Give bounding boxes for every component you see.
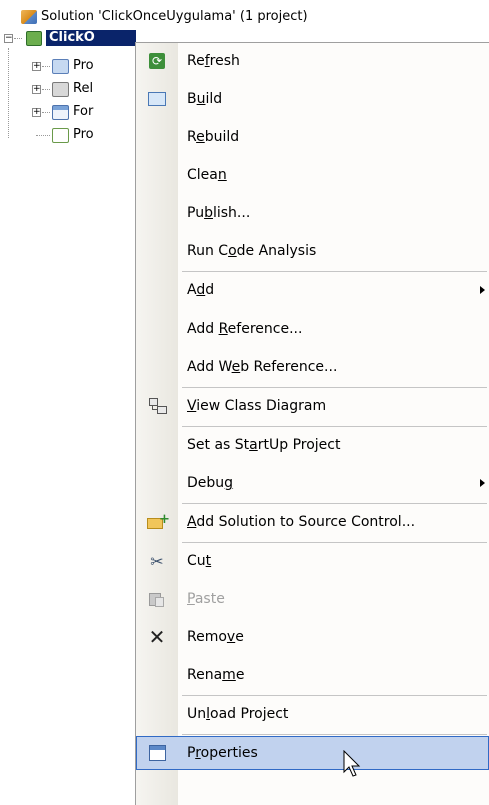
mouse-cursor-icon — [343, 750, 361, 777]
build-icon — [147, 90, 167, 108]
remove-icon: ✕ — [148, 625, 166, 649]
tree-line — [36, 135, 50, 136]
source-control-icon: + — [147, 512, 170, 531]
menu-item-label: Rebuild — [187, 129, 240, 145]
tree-item-program[interactable]: Pro — [0, 125, 136, 145]
menu-item-rename[interactable]: Rename — [136, 657, 489, 693]
solution-icon — [21, 10, 37, 24]
menu-item-label: Build — [187, 91, 223, 107]
menu-item-label: Set as StartUp Project — [187, 437, 341, 453]
properties-folder-icon — [52, 59, 69, 74]
menu-item-add-web-reference[interactable]: Add Web Reference... — [136, 349, 489, 385]
solution-node[interactable]: Solution 'ClickOnceUygulama' (1 project) — [0, 7, 489, 27]
menu-item-view-class-diagram[interactable]: View Class Diagram — [136, 388, 489, 424]
menu-item-add-reference[interactable]: Add Reference... — [136, 311, 489, 347]
menu-item-label: Run Code Analysis — [187, 243, 317, 259]
refresh-icon: ⟳ — [147, 52, 167, 70]
menu-item-remove[interactable]: ✕ Remove — [136, 619, 489, 655]
menu-item-label: Paste — [187, 591, 225, 607]
menu-item-unload-project[interactable]: Unload Project — [136, 696, 489, 732]
menu-item-refresh[interactable]: ⟳ Refresh — [136, 43, 489, 79]
expand-icon[interactable]: + — [32, 62, 41, 71]
menu-item-add[interactable]: Add — [136, 272, 489, 308]
tree-item-label: For — [73, 104, 94, 119]
properties-icon — [147, 744, 167, 762]
project-node[interactable]: − ClickO — [0, 28, 140, 48]
menu-item-label: Unload Project — [187, 706, 289, 722]
submenu-arrow-icon — [480, 286, 485, 294]
menu-item-label: Cut — [187, 553, 212, 569]
menu-item-clean[interactable]: Clean — [136, 157, 489, 193]
tree-item-label: Rel — [73, 81, 94, 96]
menu-item-label: Add — [187, 282, 215, 298]
menu-item-label: Add Reference... — [187, 321, 303, 337]
menu-item-cut[interactable]: ✂ Cut — [136, 543, 489, 579]
menu-item-add-solution-to-source-control[interactable]: + Add Solution to Source Control... — [136, 504, 489, 540]
menu-item-label: Rename — [187, 667, 245, 683]
menu-item-label: Clean — [187, 167, 227, 183]
references-folder-icon — [52, 82, 69, 97]
expand-icon[interactable]: + — [32, 85, 41, 94]
project-label: ClickO — [49, 30, 95, 45]
menu-item-paste[interactable]: Paste — [136, 581, 489, 617]
tree-line — [14, 38, 22, 39]
menu-separator — [182, 734, 487, 735]
menu-item-debug[interactable]: Debug — [136, 465, 489, 501]
tree-line — [42, 89, 50, 90]
submenu-arrow-icon — [480, 479, 485, 487]
menu-item-set-startup-project[interactable]: Set as StartUp Project — [136, 427, 489, 463]
paste-icon — [147, 590, 167, 608]
solution-label: Solution 'ClickOnceUygulama' (1 project) — [41, 9, 308, 24]
tree-line — [42, 66, 50, 67]
menu-item-label: Add Web Reference... — [187, 359, 338, 375]
tree-item-properties[interactable]: + Pro — [0, 56, 136, 76]
menu-item-label: Refresh — [187, 53, 240, 69]
tree-item-label: Pro — [73, 127, 94, 142]
tree-item-form[interactable]: + For — [0, 102, 136, 122]
context-menu: ⟳ Refresh Build Rebuild Clean Publish...… — [136, 43, 489, 805]
tree-line — [42, 112, 50, 113]
menu-item-label: Remove — [187, 629, 244, 645]
menu-item-rebuild[interactable]: Rebuild — [136, 119, 489, 155]
form-icon — [52, 105, 69, 120]
menu-item-label: Properties — [187, 745, 258, 761]
class-diagram-icon — [147, 397, 167, 415]
menu-item-run-code-analysis[interactable]: Run Code Analysis — [136, 233, 489, 269]
menu-item-label: View Class Diagram — [187, 398, 327, 414]
menu-item-label: Debug — [187, 475, 234, 491]
menu-item-label: Add Solution to Source Control... — [187, 514, 416, 530]
menu-item-properties[interactable]: Properties — [136, 736, 489, 770]
tree-item-label: Pro — [73, 58, 94, 73]
collapse-icon[interactable]: − — [4, 34, 13, 43]
menu-item-label: Publish... — [187, 205, 251, 221]
expand-icon[interactable]: + — [32, 108, 41, 117]
project-icon — [26, 31, 42, 46]
menu-item-publish[interactable]: Publish... — [136, 195, 489, 231]
menu-item-build[interactable]: Build — [136, 81, 489, 117]
scissors-icon: ✂ — [150, 551, 164, 571]
tree-item-references[interactable]: + Rel — [0, 79, 136, 99]
csharp-file-icon — [52, 128, 69, 143]
